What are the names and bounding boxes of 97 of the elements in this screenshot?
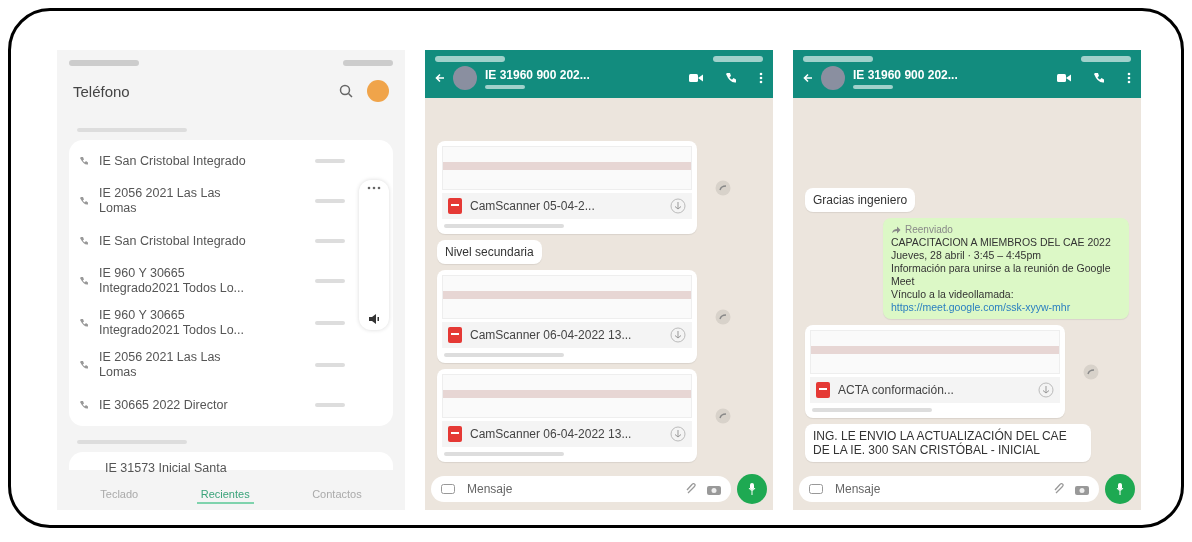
message-line: CAPACITACION A MIEMBROS DEL CAE 2022	[891, 236, 1112, 249]
pdf-file-icon	[448, 426, 462, 442]
phone-icon[interactable]	[1093, 72, 1105, 84]
microphone-button[interactable]	[737, 474, 767, 504]
status-bar-icons	[1081, 56, 1131, 62]
microphone-button[interactable]	[1105, 474, 1135, 504]
caller-name: IE 31573 Inicial Santa	[105, 461, 228, 475]
forward-arrow-icon	[891, 225, 901, 234]
pdf-file-icon	[816, 382, 830, 398]
file-name: CamScanner 06-04-2022 13...	[470, 427, 633, 441]
emoji-icon	[441, 484, 455, 494]
share-icon[interactable]	[715, 179, 731, 196]
phone-icon	[79, 400, 89, 410]
pdf-file-icon	[448, 198, 462, 214]
forwarded-label: Reenviado	[905, 223, 953, 236]
last-seen-blur	[485, 84, 525, 89]
call-entry[interactable]: IE San Cristobal Integrado	[69, 222, 393, 260]
last-seen-blur	[853, 84, 893, 89]
message-line: Vínculo a la videollamada:	[891, 288, 1015, 301]
download-icon[interactable]	[670, 327, 686, 343]
status-bar-icons	[803, 56, 873, 62]
chat-title[interactable]: IE 31960 900 202...	[485, 67, 681, 82]
share-icon[interactable]	[1083, 363, 1099, 380]
chat-title[interactable]: IE 31960 900 202...	[853, 67, 1049, 82]
side-handle[interactable]	[359, 180, 389, 330]
caller-name: IE San Cristobal Integrado	[99, 233, 247, 249]
call-time-blur	[315, 199, 345, 203]
caller-name: IE 960 Y 30665 Integrado2021 Todos Lo...	[99, 266, 246, 296]
phone-icon	[79, 236, 89, 246]
call-time-blur	[315, 279, 345, 283]
status-bar-icons	[69, 60, 139, 66]
document-message[interactable]: CamScanner 06-04-2022 13...	[437, 270, 697, 363]
caller-name: IE 2056 2021 Las Las Lomas	[99, 186, 222, 216]
call-entry[interactable]: IE 2056 2021 Las Las Lomas	[69, 180, 393, 222]
message-field[interactable]: Mensaje	[465, 481, 675, 497]
phone-icon	[79, 276, 89, 286]
call-entry[interactable]: IE 960 Y 30665 Integrado2021 Todos Lo...	[69, 302, 393, 344]
phone-icon	[79, 318, 89, 328]
download-icon[interactable]	[1038, 382, 1054, 398]
call-time-blur	[315, 363, 345, 367]
call-entry[interactable]: IE 2056 2021 Las Las Lomas	[69, 344, 393, 386]
search-icon[interactable]	[339, 84, 353, 98]
status-bar-icons	[713, 56, 763, 62]
phone-icon	[79, 156, 89, 166]
pdf-file-icon	[448, 327, 462, 343]
call-entry[interactable]: IE 960 Y 30665 Integrado2021 Todos Lo...	[69, 260, 393, 302]
video-camera-icon[interactable]	[689, 73, 703, 83]
microphone-icon	[1116, 483, 1124, 495]
microphone-icon	[748, 483, 756, 495]
more-options-icon[interactable]	[1127, 72, 1131, 84]
message-field[interactable]: Mensaje	[833, 481, 1043, 497]
document-message[interactable]: CamScanner 06-04-2022 13...	[437, 369, 697, 462]
download-icon[interactable]	[670, 426, 686, 442]
more-icon[interactable]	[367, 186, 381, 190]
attach-icon[interactable]	[685, 483, 697, 495]
call-entry[interactable]: IE 30665 2022 Director	[69, 386, 393, 424]
emoji-icon	[809, 484, 823, 494]
message-bar[interactable]: Mensaje	[431, 476, 731, 502]
download-icon[interactable]	[670, 198, 686, 214]
caller-name: IE San Cristobal Integrado	[99, 153, 247, 169]
phone-icon	[79, 196, 89, 206]
meeting-link[interactable]: https://meet.google.com/ssk-xyyw-mhr	[891, 301, 1121, 314]
speaker-icon	[368, 314, 380, 324]
document-message[interactable]: CamScanner 05-04-2...	[437, 141, 697, 234]
file-name: CamScanner 05-04-2...	[470, 199, 596, 213]
phone-icon	[79, 360, 89, 370]
file-name: CamScanner 06-04-2022 13...	[470, 328, 633, 342]
caller-name: IE 30665 2022 Director	[99, 397, 229, 413]
call-time-blur	[315, 239, 345, 243]
status-bar-icons	[343, 60, 393, 66]
caller-name: IE 2056 2021 Las Las Lomas	[99, 350, 222, 380]
call-time-blur	[315, 403, 345, 407]
message-line: Jueves, 28 abril · 3:45 – 4:45pm	[891, 249, 1042, 262]
phone-icon[interactable]	[725, 72, 737, 84]
attach-icon[interactable]	[1053, 483, 1065, 495]
back-arrow-icon[interactable]	[435, 73, 445, 83]
video-camera-icon[interactable]	[1057, 73, 1071, 83]
chat-message: Gracias ingeniero	[805, 188, 916, 212]
share-icon[interactable]	[715, 407, 731, 424]
back-arrow-icon[interactable]	[803, 73, 813, 83]
camera-icon[interactable]	[1075, 483, 1089, 495]
file-name: ACTA conformación...	[838, 383, 955, 397]
chat-message: ING. LE ENVIO LA ACTUALIZACIÓN DEL CAE DE LA IE. 300 SAN CRISTÓBAL - INICIAL	[805, 424, 1091, 462]
status-bar-icons	[435, 56, 505, 62]
message-line: Información para unirse a la reunión de Google Meet	[891, 262, 1112, 288]
call-time-blur	[315, 321, 345, 325]
avatar[interactable]	[367, 80, 389, 102]
caller-name: IE 960 Y 30665 Integrado2021 Todos Lo...	[99, 308, 246, 338]
more-options-icon[interactable]	[759, 72, 763, 84]
camera-icon[interactable]	[707, 483, 721, 495]
chat-message: Nivel secundaria	[437, 240, 542, 264]
document-message[interactable]: ACTA conformación...	[805, 325, 1065, 418]
share-icon[interactable]	[715, 308, 731, 325]
message-bar[interactable]: Mensaje	[799, 476, 1099, 502]
call-time-blur	[315, 159, 345, 163]
app-title: Teléfono	[73, 82, 130, 100]
call-entry[interactable]: IE San Cristobal Integrado	[69, 142, 393, 180]
